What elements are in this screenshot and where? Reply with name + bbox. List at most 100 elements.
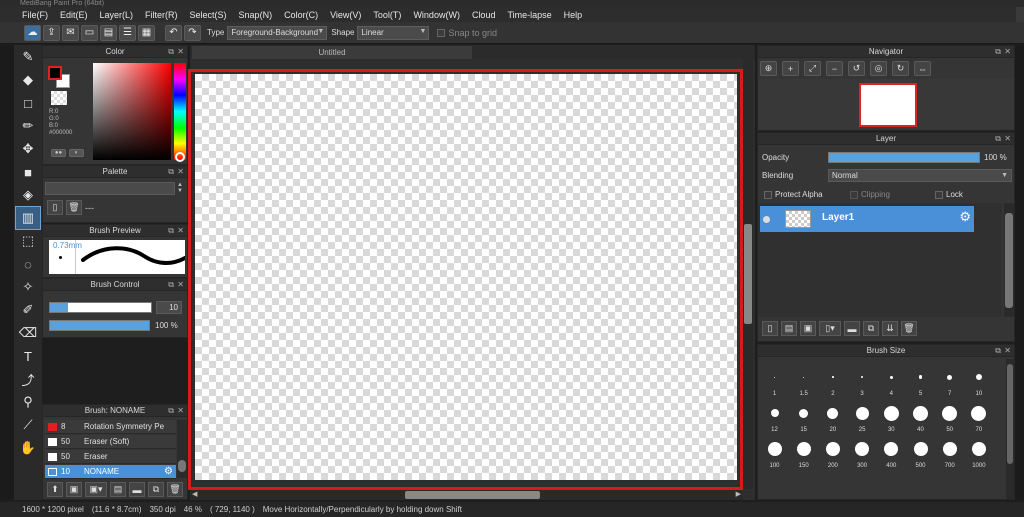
- select-tool-icon[interactable]: ⬚: [16, 230, 40, 252]
- menu-layer[interactable]: Layer(L): [100, 10, 134, 20]
- saturation-value-picker[interactable]: [93, 63, 171, 160]
- zoom-fit-icon[interactable]: ⊕: [760, 61, 777, 76]
- close-icon[interactable]: ✕: [177, 46, 184, 58]
- foreground-color-swatch[interactable]: [48, 66, 62, 80]
- close-icon[interactable]: ✕: [1004, 46, 1011, 58]
- brush-size-option[interactable]: 30: [877, 399, 906, 434]
- brush-tool-icon[interactable]: ✎: [16, 46, 40, 68]
- brush-list-item[interactable]: 8 Rotation Symmetry Pe: [45, 420, 176, 434]
- gear-icon[interactable]: ⚙: [959, 209, 971, 225]
- new-layer-icon[interactable]: ▯: [762, 321, 778, 336]
- share-icon[interactable]: ⇪: [43, 24, 60, 41]
- undo-icon[interactable]: ↶: [165, 24, 182, 41]
- merge-down-icon[interactable]: ⇊: [882, 321, 898, 336]
- gradient-shape-select[interactable]: Linear ▼: [357, 25, 430, 40]
- lasso-tool-icon[interactable]: ◌: [16, 253, 40, 275]
- blending-select[interactable]: Normal ▼: [828, 169, 1012, 182]
- speech-bubble-icon[interactable]: ▭: [81, 24, 98, 41]
- dot-tool-icon[interactable]: ✏: [16, 115, 40, 137]
- trash-icon[interactable]: 🗑: [901, 321, 917, 336]
- brush-size-option[interactable]: 500: [906, 435, 935, 470]
- folder-icon[interactable]: ▬: [844, 321, 860, 336]
- flip-icon[interactable]: ⇔: [914, 61, 931, 76]
- snap-to-grid-checkbox[interactable]: [437, 28, 446, 37]
- protect-alpha-checkbox[interactable]: [764, 190, 772, 199]
- brush-size-option[interactable]: 20: [818, 399, 847, 434]
- menu-file[interactable]: File(F): [22, 10, 48, 20]
- add-layer-menu-icon[interactable]: ▯▾: [819, 321, 841, 336]
- brush-size-option[interactable]: 10: [964, 363, 993, 398]
- popout-icon[interactable]: ⧉: [995, 345, 1001, 357]
- reset-view-icon[interactable]: ◎: [870, 61, 887, 76]
- clipping-option[interactable]: Clipping: [850, 190, 890, 199]
- page-icon[interactable]: ▤: [100, 24, 117, 41]
- brush-list-item[interactable]: 50 Eraser (Soft): [45, 435, 176, 449]
- menu-timelapse[interactable]: Time-lapse: [507, 10, 551, 20]
- canvas-tab[interactable]: Untitled: [192, 46, 472, 59]
- brush-size-option[interactable]: 15: [789, 399, 818, 434]
- close-icon[interactable]: ✕: [177, 166, 184, 178]
- brush-size-option[interactable]: 7: [935, 363, 964, 398]
- popout-icon[interactable]: ⧉: [168, 46, 174, 58]
- zoom-in-icon[interactable]: +: [782, 61, 799, 76]
- popout-icon[interactable]: ⧉: [168, 225, 174, 237]
- brush-size-option[interactable]: 1000: [964, 435, 993, 470]
- brush-opacity-slider[interactable]: [49, 320, 150, 331]
- close-icon[interactable]: ✕: [177, 225, 184, 237]
- new-palette-icon[interactable]: ▯: [47, 200, 63, 215]
- duplicate-icon[interactable]: ⧉: [148, 482, 164, 497]
- brush-size-option[interactable]: 1.5: [789, 363, 818, 398]
- new-halftone-layer-icon[interactable]: ▤: [781, 321, 797, 336]
- brush-size-slider[interactable]: [49, 302, 152, 313]
- canvas-vertical-scrollbar[interactable]: [743, 59, 753, 489]
- brush-size-option[interactable]: 100: [760, 435, 789, 470]
- add-brush-icon[interactable]: ▣▾: [85, 482, 107, 497]
- menu-snap[interactable]: Snap(N): [239, 10, 273, 20]
- brush-list-scrollbar[interactable]: [177, 420, 187, 478]
- gradient-type-select[interactable]: Foreground-Background ▼: [227, 25, 328, 40]
- lock-checkbox[interactable]: [935, 190, 943, 199]
- palette-spinner[interactable]: ▲ ▼: [177, 182, 183, 194]
- brush-size-option[interactable]: 25: [848, 399, 877, 434]
- clipping-checkbox[interactable]: [850, 190, 858, 199]
- trash-icon[interactable]: 🗑: [167, 482, 183, 497]
- brush-list-item-selected[interactable]: 10 NONAME ⚙: [45, 465, 176, 479]
- menu-cloud[interactable]: Cloud: [472, 10, 496, 20]
- arrow-left-icon[interactable]: ◀: [192, 490, 197, 498]
- palette-select[interactable]: [45, 182, 175, 195]
- comment-icon[interactable]: ✉: [62, 24, 79, 41]
- close-icon[interactable]: ✕: [1004, 133, 1011, 145]
- brush-settings-icon[interactable]: ▣: [66, 482, 82, 497]
- brush-size-option[interactable]: 5: [906, 363, 935, 398]
- layer-opacity-slider[interactable]: [828, 152, 980, 163]
- color-settings-button[interactable]: ◐: [69, 149, 84, 157]
- rotate-left-icon[interactable]: ↺: [848, 61, 865, 76]
- brush-size-option[interactable]: 50: [935, 399, 964, 434]
- magic-wand-tool-icon[interactable]: ✧: [16, 276, 40, 298]
- rotate-right-icon[interactable]: ↻: [892, 61, 909, 76]
- layer-item-selected[interactable]: Layer1 ⚙: [760, 206, 974, 232]
- brush-list-item[interactable]: 50 Eraser: [45, 450, 176, 464]
- brush-size-option[interactable]: 700: [935, 435, 964, 470]
- gradient-tool-icon[interactable]: ▥: [15, 206, 41, 230]
- eyedropper-tool-icon[interactable]: ⚲: [16, 391, 40, 413]
- layer-list-scrollbar[interactable]: [1004, 203, 1014, 317]
- brush-size-option[interactable]: 40: [906, 399, 935, 434]
- brush-size-input[interactable]: 10: [156, 301, 182, 314]
- menu-help[interactable]: Help: [564, 10, 583, 20]
- brush-size-scrollbar[interactable]: [1006, 359, 1014, 499]
- bucket-tool-icon[interactable]: ◈: [16, 184, 40, 206]
- cloud-icon[interactable]: ☁: [24, 24, 41, 41]
- trash-icon[interactable]: 🗑: [66, 200, 82, 215]
- eraser-tool-icon[interactable]: ◆: [16, 69, 40, 91]
- new-1bit-layer-icon[interactable]: ▣: [800, 321, 816, 336]
- color-mode-button[interactable]: ●●: [51, 149, 66, 157]
- list-icon[interactable]: ☰: [119, 24, 136, 41]
- protect-alpha-option[interactable]: Protect Alpha: [764, 190, 823, 199]
- menu-edit[interactable]: Edit(E): [60, 10, 88, 20]
- hand-tool-icon[interactable]: ✋: [16, 437, 40, 459]
- arrow-right-icon[interactable]: ▶: [736, 490, 741, 498]
- brush-size-option[interactable]: 150: [789, 435, 818, 470]
- copy-brush-icon[interactable]: ▤: [110, 482, 126, 497]
- lock-option[interactable]: Lock: [935, 190, 963, 199]
